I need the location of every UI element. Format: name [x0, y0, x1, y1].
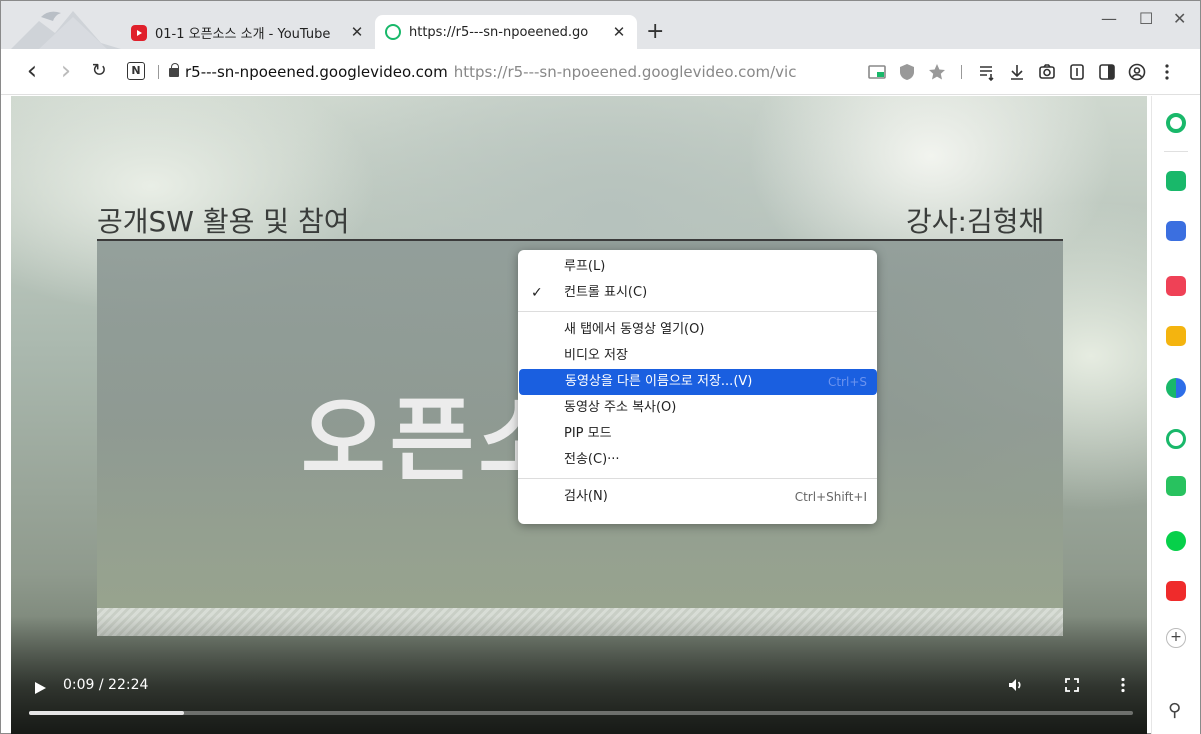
- new-tab-button[interactable]: +: [646, 19, 664, 45]
- translate-icon[interactable]: [1166, 378, 1186, 398]
- pin-icon[interactable]: ⚲: [1168, 700, 1181, 721]
- forward-button[interactable]: ›: [57, 58, 75, 84]
- menu-item-save-video[interactable]: 비디오 저장: [518, 343, 877, 369]
- menu-label: 검사(N): [564, 489, 608, 504]
- mountain-theme-graphic: [11, 11, 121, 49]
- notification-bell-icon[interactable]: [1166, 171, 1186, 191]
- menu-separator: [518, 311, 877, 312]
- tab-close-icon[interactable]: ✕: [611, 23, 627, 41]
- tab-video[interactable]: https://r5---sn-npoeened.go ✕: [375, 15, 637, 49]
- back-button[interactable]: ‹: [23, 58, 41, 84]
- music-play-icon[interactable]: [1166, 429, 1186, 449]
- context-menu: 루프(L) ✓ 컨트롤 표시(C) 새 탭에서 동영상 열기(O) 비디오 저장 …: [518, 250, 877, 524]
- menu-shortcut: Ctrl+Shift+I: [794, 490, 867, 504]
- menu-label: 동영상 주소 복사(O): [564, 400, 677, 415]
- profile-icon[interactable]: [1127, 62, 1147, 82]
- close-window-button[interactable]: ✕: [1173, 9, 1186, 29]
- camera-icon[interactable]: [1037, 62, 1057, 82]
- lock-icon: [169, 63, 179, 77]
- menu-separator: [518, 478, 877, 479]
- divider: [158, 65, 159, 79]
- favorites-star-icon[interactable]: [1166, 326, 1186, 346]
- controls-shade: [11, 616, 1147, 734]
- tab-close-icon[interactable]: ✕: [349, 23, 365, 41]
- calendar-icon[interactable]: [1166, 221, 1186, 241]
- menu-shortcut: Ctrl+S: [827, 375, 867, 389]
- menu-item-inspect[interactable]: 검사(N) Ctrl+Shift+I: [518, 484, 877, 510]
- check-icon: ✓: [531, 285, 543, 301]
- more-options-icon[interactable]: [1114, 676, 1132, 694]
- youtube-icon: [131, 25, 147, 41]
- whale-space-icon[interactable]: [1166, 113, 1186, 133]
- webtoon-icon[interactable]: [1166, 476, 1186, 496]
- sidebar-divider: [1164, 151, 1188, 152]
- menu-item-save-video-as[interactable]: 동영상을 다른 이름으로 저장...(V) Ctrl+S: [519, 369, 877, 395]
- add-panel-button[interactable]: +: [1166, 628, 1186, 648]
- pocket-icon[interactable]: [1166, 276, 1186, 296]
- bookmark-star-icon[interactable]: [927, 62, 947, 82]
- reading-list-icon[interactable]: [977, 62, 997, 82]
- address-bar[interactable]: r5---sn-npoeened.googlevideo.com https://…: [169, 61, 849, 83]
- menu-label: PIP 모드: [564, 426, 612, 441]
- maximize-button[interactable]: ☐: [1139, 9, 1153, 29]
- menu-kebab-icon[interactable]: [1157, 62, 1177, 82]
- url-host: r5---sn-npoeened.googlevideo.com: [185, 63, 448, 81]
- right-sidebar: + ⚲: [1151, 96, 1200, 734]
- whale-icon: [385, 24, 401, 40]
- menu-item-open-video-new-tab[interactable]: 새 탭에서 동영상 열기(O): [518, 317, 877, 343]
- menu-item-pip-mode[interactable]: PIP 모드: [518, 421, 877, 447]
- volume-icon[interactable]: [1007, 676, 1025, 694]
- menu-label: 비디오 저장: [564, 348, 628, 363]
- toolbar: ‹ › ↻ N r5---sn-npoeened.googlevideo.com…: [1, 49, 1200, 95]
- menu-label: 새 탭에서 동영상 열기(O): [564, 322, 705, 337]
- reader-mode-icon[interactable]: [1067, 62, 1087, 82]
- tab-title: https://r5---sn-npoeened.go: [409, 24, 589, 40]
- fullscreen-icon[interactable]: [1063, 676, 1081, 694]
- reload-button[interactable]: ↻: [89, 59, 109, 83]
- pip-icon[interactable]: [867, 62, 887, 82]
- slide-title-left: 공개SW 활용 및 참여: [97, 205, 350, 238]
- menu-item-copy-video-address[interactable]: 동영상 주소 복사(O): [518, 395, 877, 421]
- download-icon[interactable]: [1007, 62, 1027, 82]
- browser-window: 01-1 오픈소스 소개 - YouTube ✕ https://r5---sn…: [0, 0, 1201, 734]
- time-display: 0:09 / 22:24: [63, 677, 149, 693]
- menu-label: 루프(L): [564, 259, 606, 274]
- slide-title-right: 강사:김형채: [906, 205, 1045, 238]
- url-full: https://r5---sn-npoeened.googlevideo.com…: [453, 63, 797, 81]
- menu-label: 전송(C)···: [564, 452, 620, 467]
- sidebar-toggle-icon[interactable]: [1097, 62, 1117, 82]
- tab-strip: 01-1 오픈소스 소개 - YouTube ✕ https://r5---sn…: [1, 1, 1200, 49]
- menu-item-cast[interactable]: 전송(C)···: [518, 447, 877, 473]
- menu-label: 동영상을 다른 이름으로 저장...(V): [565, 374, 753, 389]
- tab-title: 01-1 오픈소스 소개 - YouTube: [155, 26, 331, 42]
- line-icon[interactable]: [1166, 531, 1186, 551]
- seek-bar-played: [29, 711, 184, 715]
- divider: [961, 65, 962, 79]
- shield-icon[interactable]: [897, 62, 917, 82]
- menu-item-show-controls[interactable]: ✓ 컨트롤 표시(C): [518, 280, 877, 306]
- seek-bar[interactable]: [29, 711, 1133, 715]
- menu-label: 컨트롤 표시(C): [564, 285, 648, 300]
- menu-item-loop[interactable]: 루프(L): [518, 254, 877, 280]
- play-icon[interactable]: [35, 682, 46, 694]
- naver-icon[interactable]: N: [127, 62, 145, 80]
- tab-youtube[interactable]: 01-1 오픈소스 소개 - YouTube ✕: [121, 15, 375, 49]
- minimize-button[interactable]: —: [1101, 9, 1117, 29]
- now-icon[interactable]: [1166, 581, 1186, 601]
